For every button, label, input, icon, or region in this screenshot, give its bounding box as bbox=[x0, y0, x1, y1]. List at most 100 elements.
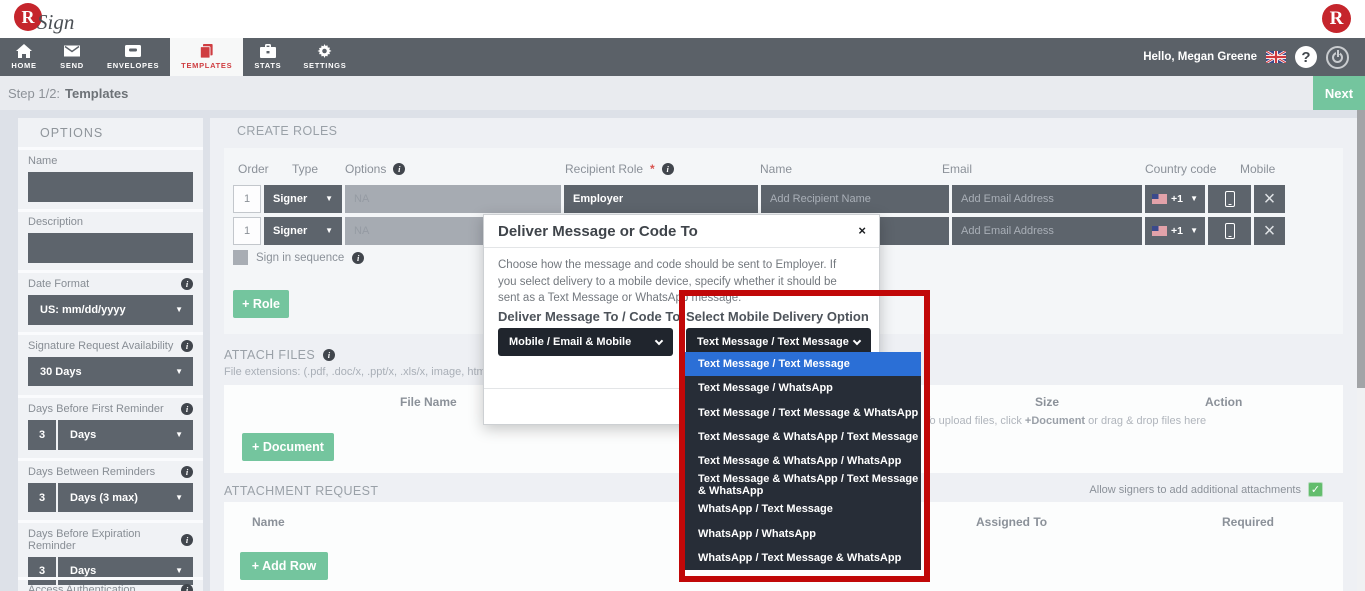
order-field[interactable]: 1 bbox=[233, 185, 261, 213]
step-bar: Step 1/2: Templates Next bbox=[0, 76, 1365, 110]
info-icon[interactable]: i bbox=[181, 278, 193, 290]
name-placeholder: Add Recipient Name bbox=[770, 193, 871, 205]
recipient-role-input[interactable]: Employer bbox=[564, 185, 758, 213]
first-reminder-count[interactable]: 3 bbox=[28, 420, 56, 450]
caret-down-icon: ▼ bbox=[325, 227, 333, 235]
mobile-field[interactable] bbox=[1208, 217, 1251, 245]
delivery-option[interactable]: Text Message / Text Message & WhatsApp bbox=[685, 400, 921, 424]
email-input[interactable]: Add Email Address bbox=[952, 185, 1142, 213]
access-auth-label: Access Authentication bbox=[28, 584, 136, 591]
tab-send[interactable]: SEND bbox=[48, 38, 96, 76]
scrollbar-track[interactable] bbox=[1357, 110, 1365, 591]
add-row-button[interactable]: + Add Row bbox=[240, 552, 328, 580]
add-role-button[interactable]: + Role bbox=[233, 290, 289, 318]
col-action: Action bbox=[1205, 395, 1242, 409]
first-reminder-label: Days Before First Reminder bbox=[28, 403, 164, 415]
mobile-delivery-value: Text Message / Text Message bbox=[697, 336, 849, 348]
close-icon[interactable]: × bbox=[858, 224, 866, 237]
tab-home[interactable]: HOME bbox=[0, 38, 48, 76]
main-nav: HOME SEND ENVELOPES TEMPLATES STATS SETT… bbox=[0, 38, 1365, 76]
chevron-down-icon bbox=[853, 336, 861, 344]
stats-icon bbox=[260, 44, 276, 58]
between-reminders-count[interactable]: 3 bbox=[28, 483, 56, 512]
order-field[interactable]: 1 bbox=[233, 217, 261, 245]
info-icon[interactable]: i bbox=[181, 340, 193, 352]
tab-envelopes[interactable]: ENVELOPES bbox=[96, 38, 170, 76]
rsign-badge-icon: R bbox=[1322, 4, 1351, 33]
modal-body-text: Choose how the message and code should b… bbox=[484, 248, 879, 307]
attach-files-title: ATTACH FILES i bbox=[224, 348, 335, 362]
type-select[interactable]: Signer ▼ bbox=[264, 217, 342, 245]
logout-power-icon[interactable] bbox=[1326, 46, 1349, 69]
language-flag-icon[interactable] bbox=[1266, 51, 1286, 63]
delivery-option[interactable]: Text Message / Text Message bbox=[685, 352, 921, 376]
info-icon[interactable]: i bbox=[181, 584, 193, 591]
tab-stats[interactable]: STATS bbox=[243, 38, 292, 76]
delivery-option[interactable]: Text Message & WhatsApp / Text Message bbox=[685, 425, 921, 449]
expiration-reminder-select[interactable]: Days ▼ bbox=[58, 557, 193, 585]
caret-down-icon: ▼ bbox=[175, 494, 183, 502]
first-reminder-group: Days Before First Reminder i 3 Days ▼ bbox=[28, 403, 193, 450]
country-code-select[interactable]: +1 ▼ bbox=[1145, 217, 1205, 245]
tab-label: SETTINGS bbox=[303, 61, 346, 70]
country-code-value: +1 bbox=[1171, 225, 1183, 237]
settings-icon bbox=[317, 44, 332, 58]
delivery-option[interactable]: WhatsApp / Text Message & WhatsApp bbox=[685, 546, 921, 570]
user-greeting: Hello, Megan Greene bbox=[1143, 51, 1257, 63]
nav-user-area: Hello, Megan Greene ? bbox=[1143, 38, 1365, 76]
caret-down-icon: ▼ bbox=[1190, 227, 1198, 235]
signature-availability-select[interactable]: 30 Days ▼ bbox=[28, 357, 193, 386]
info-icon[interactable]: i bbox=[352, 252, 364, 264]
scrollbar-thumb[interactable] bbox=[1357, 110, 1365, 388]
col-country-code: Country code bbox=[1145, 162, 1216, 176]
sign-in-sequence-checkbox[interactable] bbox=[233, 250, 248, 265]
tab-settings[interactable]: SETTINGS bbox=[292, 38, 357, 76]
info-icon[interactable]: i bbox=[323, 349, 335, 361]
help-icon[interactable]: ? bbox=[1295, 46, 1317, 68]
rsign-logo[interactable]: R Sign bbox=[14, 3, 74, 35]
type-select[interactable]: Signer ▼ bbox=[264, 185, 342, 213]
deliver-to-select[interactable]: Mobile / Email & Mobile bbox=[498, 328, 673, 356]
col-assigned-to: Assigned To bbox=[976, 515, 1047, 529]
date-format-label: Date Format bbox=[28, 278, 89, 290]
next-button[interactable]: Next bbox=[1313, 76, 1365, 110]
tab-templates[interactable]: TEMPLATES bbox=[170, 38, 243, 76]
info-icon[interactable]: i bbox=[393, 163, 405, 175]
description-input[interactable] bbox=[28, 233, 193, 263]
name-input[interactable] bbox=[28, 172, 193, 202]
email-placeholder: Add Email Address bbox=[961, 225, 1054, 237]
info-icon[interactable]: i bbox=[181, 466, 193, 478]
info-icon[interactable]: i bbox=[181, 403, 193, 415]
create-roles-title-text: CREATE ROLES bbox=[237, 124, 337, 138]
add-document-button[interactable]: + Document bbox=[242, 433, 334, 461]
allow-attachments-checkbox[interactable]: ✓ bbox=[1308, 482, 1323, 497]
delivery-option[interactable]: Text Message & WhatsApp / Text Message &… bbox=[685, 473, 921, 497]
type-value: Signer bbox=[273, 225, 307, 237]
upload-hint-prefix: To upload files, click bbox=[924, 415, 1025, 427]
delivery-option[interactable]: Text Message / WhatsApp bbox=[685, 376, 921, 400]
info-icon[interactable]: i bbox=[662, 163, 674, 175]
between-reminders-select[interactable]: Days (3 max) ▼ bbox=[58, 483, 193, 512]
description-group: Description bbox=[28, 216, 193, 263]
top-bar: R Sign R bbox=[0, 0, 1365, 38]
first-reminder-select[interactable]: Days ▼ bbox=[58, 420, 193, 450]
attach-files-title-text: ATTACH FILES bbox=[224, 348, 315, 362]
chevron-down-icon bbox=[655, 336, 663, 344]
remove-role-button[interactable]: × bbox=[1254, 217, 1285, 245]
country-code-select[interactable]: +1 ▼ bbox=[1145, 185, 1205, 213]
expiration-reminder-count[interactable]: 3 bbox=[28, 557, 56, 585]
delivery-option[interactable]: WhatsApp / WhatsApp bbox=[685, 522, 921, 546]
deliver-to-value: Mobile / Email & Mobile bbox=[509, 336, 631, 348]
col-type: Type bbox=[292, 162, 318, 176]
role-row: 1 Signer ▼ NA Employer Add Recipient Nam… bbox=[233, 185, 1285, 213]
recipient-name-input[interactable]: Add Recipient Name bbox=[761, 185, 949, 213]
remove-role-button[interactable]: × bbox=[1254, 185, 1285, 213]
mobile-field[interactable] bbox=[1208, 185, 1251, 213]
deliver-to-label: Deliver Message To / Code To bbox=[498, 309, 680, 324]
email-input[interactable]: Add Email Address bbox=[952, 217, 1142, 245]
info-icon[interactable]: i bbox=[181, 534, 193, 546]
delivery-option[interactable]: Text Message & WhatsApp / WhatsApp bbox=[685, 449, 921, 473]
delivery-option[interactable]: WhatsApp / Text Message bbox=[685, 497, 921, 521]
between-reminders-value: Days (3 max) bbox=[70, 492, 138, 504]
date-format-select[interactable]: US: mm/dd/yyyy ▼ bbox=[28, 295, 193, 325]
